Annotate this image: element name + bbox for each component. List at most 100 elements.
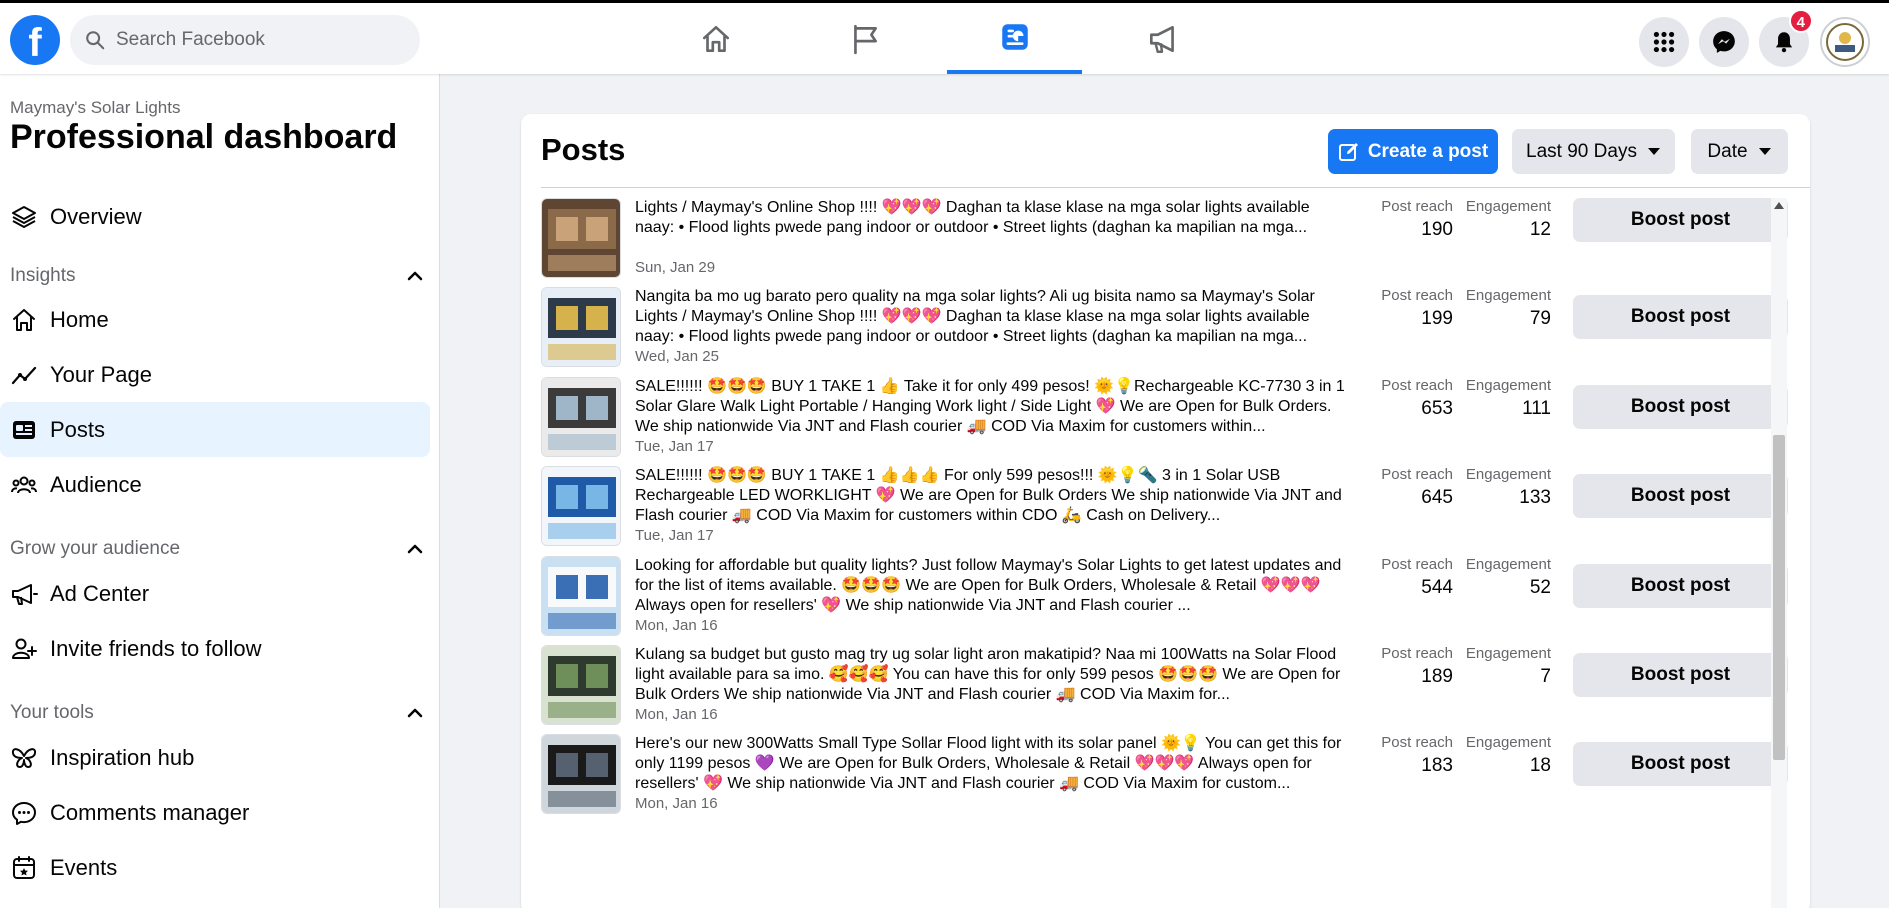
post-text[interactable]: Nangita ba mo ug barato pero quality na …: [635, 287, 1345, 347]
scrollbar-thumb[interactable]: [1773, 435, 1785, 760]
sidebar-item-comments-manager[interactable]: Comments manager: [0, 785, 430, 840]
sidebar-item-events[interactable]: Events: [0, 840, 430, 895]
bell-icon: [1775, 32, 1793, 53]
boost-post-button[interactable]: Boost post: [1573, 564, 1788, 608]
post-row[interactable]: Here's our new 300Watts Small Type Solla…: [541, 734, 1791, 834]
post-row[interactable]: SALE!!!!!! 🤩🤩🤩 BUY 1 TAKE 1 👍 Take it fo…: [541, 377, 1791, 477]
posts-card: Posts Create a post Last 90 Days Date Li…: [521, 114, 1810, 908]
post-reach-label: Post reach: [1381, 466, 1453, 483]
post-thumbnail[interactable]: [541, 287, 621, 367]
post-text[interactable]: Here's our new 300Watts Small Type Solla…: [635, 734, 1345, 794]
sidebar-item-posts[interactable]: Posts: [0, 402, 430, 457]
sidebar-item-your-page[interactable]: Your Page: [0, 347, 430, 402]
post-engagement: Engagement 52: [1461, 556, 1551, 599]
scroll-up-arrow-icon[interactable]: [1774, 202, 1784, 209]
date-range-dropdown[interactable]: Last 90 Days: [1512, 129, 1675, 174]
messenger-button[interactable]: [1699, 17, 1749, 67]
layers-icon: [12, 205, 36, 228]
boost-post-button[interactable]: Boost post: [1573, 295, 1788, 339]
chevron-up-icon: [407, 708, 423, 718]
post-date: Sun, Jan 29: [635, 259, 716, 276]
post-reach-label: Post reach: [1381, 734, 1453, 751]
post-thumbnail[interactable]: [541, 734, 621, 814]
post-engagement-value: 79: [1529, 308, 1551, 329]
sort-dropdown[interactable]: Date: [1691, 129, 1788, 174]
sidebar-item-overview[interactable]: Overview: [0, 189, 430, 244]
boost-post-button[interactable]: Boost post: [1573, 474, 1788, 518]
search-icon: [86, 31, 105, 50]
post-text[interactable]: Looking for affordable but quality light…: [635, 556, 1345, 616]
sidebar-item-audience[interactable]: Audience: [0, 457, 430, 512]
boost-post-button[interactable]: Boost post: [1573, 198, 1788, 242]
sidebar-item-label: Invite friends to follow: [50, 635, 262, 661]
post-reach-label: Post reach: [1381, 377, 1453, 394]
post-engagement-value: 111: [1522, 398, 1551, 419]
post-thumbnail[interactable]: [541, 198, 621, 278]
posts-scrollbar[interactable]: [1771, 198, 1787, 908]
post-text[interactable]: Lights / Maymay's Online Shop !!!! 💖💖💖 D…: [635, 198, 1345, 258]
post-thumbnail-image-icon: [542, 378, 620, 456]
post-engagement-label: Engagement: [1465, 466, 1551, 483]
sidebar-item-invite-friends[interactable]: Invite friends to follow: [0, 621, 430, 676]
post-row[interactable]: SALE!!!!!! 🤩🤩🤩 BUY 1 TAKE 1 👍👍👍 For only…: [541, 466, 1791, 566]
nav-tab-pages[interactable]: [797, 3, 932, 74]
menu-button[interactable]: [1639, 17, 1689, 67]
post-text[interactable]: Kulang sa budget but gusto mag try ug so…: [635, 645, 1345, 705]
nav-tab-ads[interactable]: [1095, 3, 1230, 74]
post-row[interactable]: Kulang sa budget but gusto mag try ug so…: [541, 645, 1791, 745]
edit-icon: [1338, 142, 1358, 161]
profile-avatar[interactable]: [1820, 17, 1870, 67]
top-navigation-bar: f 4: [0, 0, 1889, 74]
notification-badge: 4: [1788, 9, 1813, 33]
sidebar-item-inspiration-hub[interactable]: Inspiration hub: [0, 730, 430, 785]
grid-menu-icon: [1653, 31, 1675, 53]
search-box[interactable]: [70, 15, 420, 65]
boost-post-button[interactable]: Boost post: [1573, 742, 1788, 786]
post-text[interactable]: SALE!!!!!! 🤩🤩🤩 BUY 1 TAKE 1 👍👍👍 For only…: [635, 466, 1345, 526]
post-row[interactable]: Nangita ba mo ug barato pero quality na …: [541, 287, 1791, 387]
post-date: Mon, Jan 16: [635, 706, 718, 723]
section-header-grow[interactable]: Grow your audience: [10, 534, 425, 564]
section-header-label: Insights: [10, 265, 76, 286]
megaphone-icon: [1149, 25, 1174, 53]
dashboard-title: Professional dashboard: [10, 118, 398, 156]
messenger-icon: [1713, 31, 1735, 53]
sidebar: Maymay's Solar Lights Professional dashb…: [0, 74, 440, 908]
boost-post-button[interactable]: Boost post: [1573, 653, 1788, 697]
sidebar-item-home[interactable]: Home: [0, 292, 430, 347]
post-thumbnail[interactable]: [541, 556, 621, 636]
section-header-insights[interactable]: Insights: [10, 261, 425, 291]
nav-tab-dashboard[interactable]: [947, 3, 1082, 74]
facebook-logo-icon[interactable]: f: [10, 15, 60, 65]
post-thumbnail[interactable]: [541, 377, 621, 457]
post-row[interactable]: Lights / Maymay's Online Shop !!!! 💖💖💖 D…: [541, 198, 1791, 298]
post-reach-value: 190: [1421, 219, 1453, 240]
create-post-button[interactable]: Create a post: [1328, 129, 1498, 174]
post-reach-label: Post reach: [1381, 287, 1453, 304]
post-thumbnail[interactable]: [541, 645, 621, 725]
post-engagement-value: 7: [1540, 666, 1551, 687]
section-header-tools[interactable]: Your tools: [10, 698, 425, 728]
post-row[interactable]: Looking for affordable but quality light…: [541, 556, 1791, 656]
sidebar-item-ad-center[interactable]: Ad Center: [0, 566, 430, 621]
post-engagement: Engagement 12: [1461, 198, 1551, 241]
add-person-icon: [12, 638, 37, 659]
boost-post-button[interactable]: Boost post: [1573, 385, 1788, 429]
comment-icon: [12, 801, 36, 825]
post-engagement: Engagement 133: [1461, 466, 1551, 509]
chevron-up-icon: [407, 544, 423, 554]
post-engagement: Engagement 111: [1461, 377, 1551, 420]
notifications-button[interactable]: 4: [1759, 9, 1813, 67]
section-header-label: Grow your audience: [10, 538, 181, 559]
post-engagement-label: Engagement: [1465, 198, 1551, 215]
post-reach-value: 544: [1421, 577, 1453, 598]
post-engagement-value: 52: [1529, 577, 1551, 598]
nav-tab-home[interactable]: [648, 3, 783, 74]
dashboard-icon: [1001, 23, 1028, 50]
search-input[interactable]: [116, 29, 406, 51]
sidebar-item-label: Inspiration hub: [50, 744, 195, 770]
post-engagement: Engagement 18: [1461, 734, 1551, 777]
post-engagement-label: Engagement: [1465, 734, 1551, 751]
post-text[interactable]: SALE!!!!!! 🤩🤩🤩 BUY 1 TAKE 1 👍 Take it fo…: [635, 377, 1345, 437]
post-thumbnail[interactable]: [541, 466, 621, 546]
